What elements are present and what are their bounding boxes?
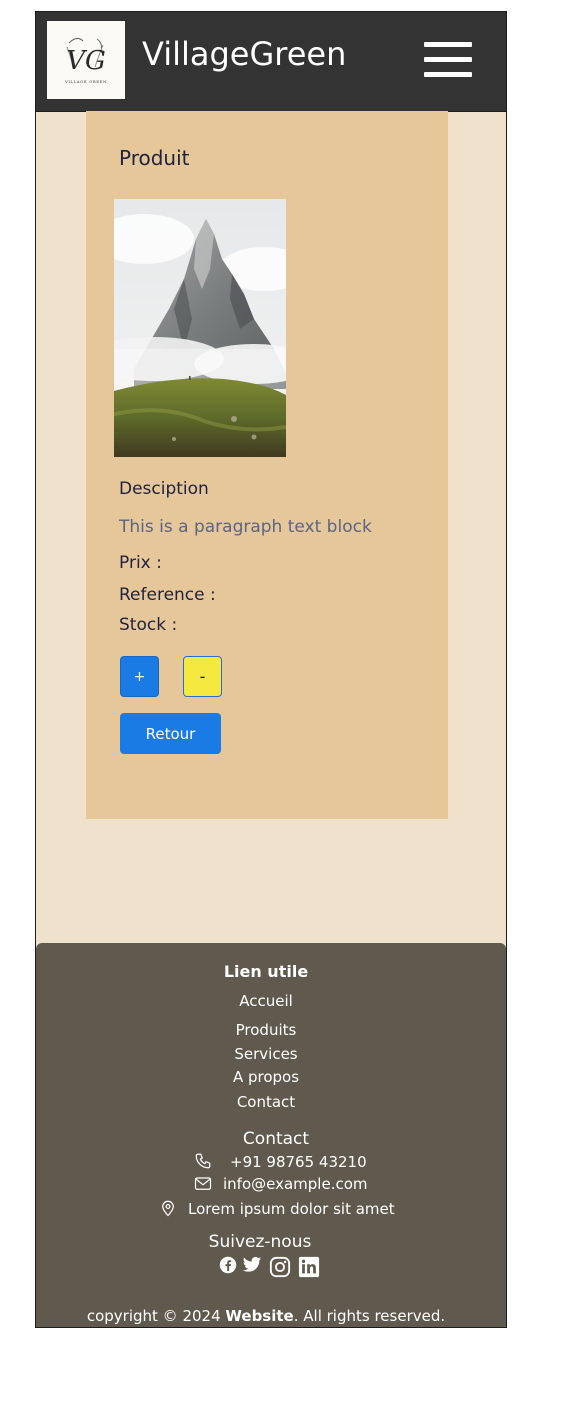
description-label: Desciption: [119, 479, 209, 499]
footer-link-a-propos[interactable]: A propos: [36, 1068, 496, 1086]
reference-label: Reference :: [119, 585, 216, 605]
logo[interactable]: VG VILLAGE GREEN: [47, 21, 125, 99]
contact-heading: Contact: [242, 1129, 310, 1149]
header-bar: VG VILLAGE GREEN VillageGreen: [36, 12, 506, 112]
footer-link-accueil[interactable]: Accueil: [36, 992, 496, 1010]
twitter-icon[interactable]: [242, 1256, 262, 1274]
instagram-icon[interactable]: [269, 1256, 291, 1278]
decrease-quantity-button[interactable]: -: [183, 656, 222, 697]
contact-address: Lorem ipsum dolor sit amet: [188, 1200, 395, 1218]
location-pin-icon: [162, 1200, 174, 1217]
product-image: [114, 199, 286, 457]
follow-us-heading: Suivez-nous: [208, 1232, 312, 1252]
phone-icon: [195, 1153, 211, 1169]
village-green-logo: VG VILLAGE GREEN: [64, 37, 107, 84]
copyright: copyright © 2024 Website. All rights res…: [36, 1307, 496, 1325]
logo-monogram: VG: [66, 46, 106, 76]
copyright-site-link[interactable]: Website: [225, 1307, 293, 1325]
product-card: Produit Desciption This is a paragraph t…: [86, 111, 448, 819]
footer: Lien utile Accueil Produits Services A p…: [36, 943, 506, 1327]
copyright-prefix: copyright © 2024: [86, 1307, 226, 1325]
back-button[interactable]: Retour: [120, 713, 221, 754]
linkedin-icon[interactable]: [298, 1256, 320, 1278]
email-icon: [194, 1177, 212, 1190]
footer-link-produits[interactable]: Produits: [36, 1021, 496, 1039]
footer-link-services[interactable]: Services: [36, 1045, 496, 1063]
stock-label: Stock :: [119, 615, 178, 635]
hamburger-menu-icon[interactable]: [424, 42, 472, 78]
increase-quantity-button[interactable]: +: [120, 656, 159, 697]
footer-link-contact[interactable]: Contact: [36, 1093, 496, 1111]
facebook-icon[interactable]: [219, 1256, 237, 1274]
description-text: This is a paragraph text block: [119, 517, 372, 537]
brand-name[interactable]: VillageGreen: [142, 35, 346, 73]
price-label: Prix :: [119, 553, 162, 573]
useful-links-heading: Lien utile: [223, 962, 309, 981]
contact-phone[interactable]: +91 98765 43210: [230, 1153, 367, 1171]
logo-caption: VILLAGE GREEN: [64, 79, 107, 84]
copyright-suffix: . All rights reserved.: [293, 1307, 446, 1325]
page-frame: VG VILLAGE GREEN VillageGreen Produit De…: [35, 11, 507, 1328]
product-title: Produit: [119, 146, 190, 170]
contact-email[interactable]: info@example.com: [223, 1175, 368, 1193]
